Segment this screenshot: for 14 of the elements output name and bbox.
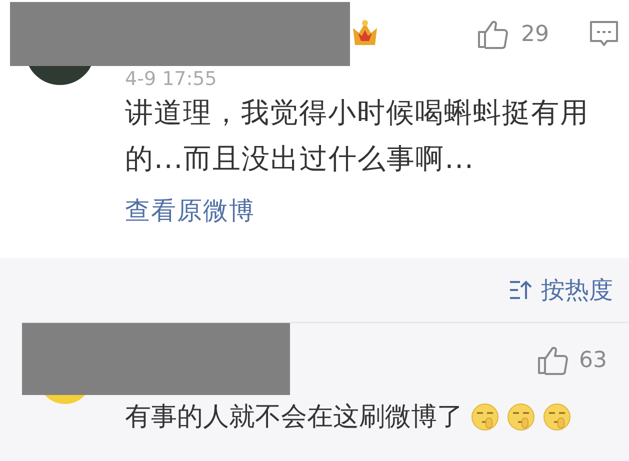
comment-icon[interactable] xyxy=(589,20,619,48)
like-count: 63 xyxy=(579,348,607,372)
comment-text: 有事的人就不会在这刷微博了 xyxy=(125,401,463,434)
thumbs-up-icon[interactable] xyxy=(537,345,569,375)
thumbs-up-icon[interactable] xyxy=(477,19,509,49)
comment-time: 4-9 17:55 xyxy=(125,68,218,90)
emoji-icon xyxy=(471,402,499,430)
like-count: 29 xyxy=(521,22,549,46)
view-original-link[interactable]: 查看原微博 xyxy=(125,194,255,227)
emoji-icon xyxy=(543,402,571,430)
comment-text: 讲道理，我觉得小时候喝蝌蚪挺有用的...而且没出过什么事啊... xyxy=(125,95,590,177)
sort-by-hot-button[interactable]: 按热度 xyxy=(541,274,613,306)
sort-icon[interactable] xyxy=(509,279,533,301)
emoji-icon xyxy=(507,402,535,430)
